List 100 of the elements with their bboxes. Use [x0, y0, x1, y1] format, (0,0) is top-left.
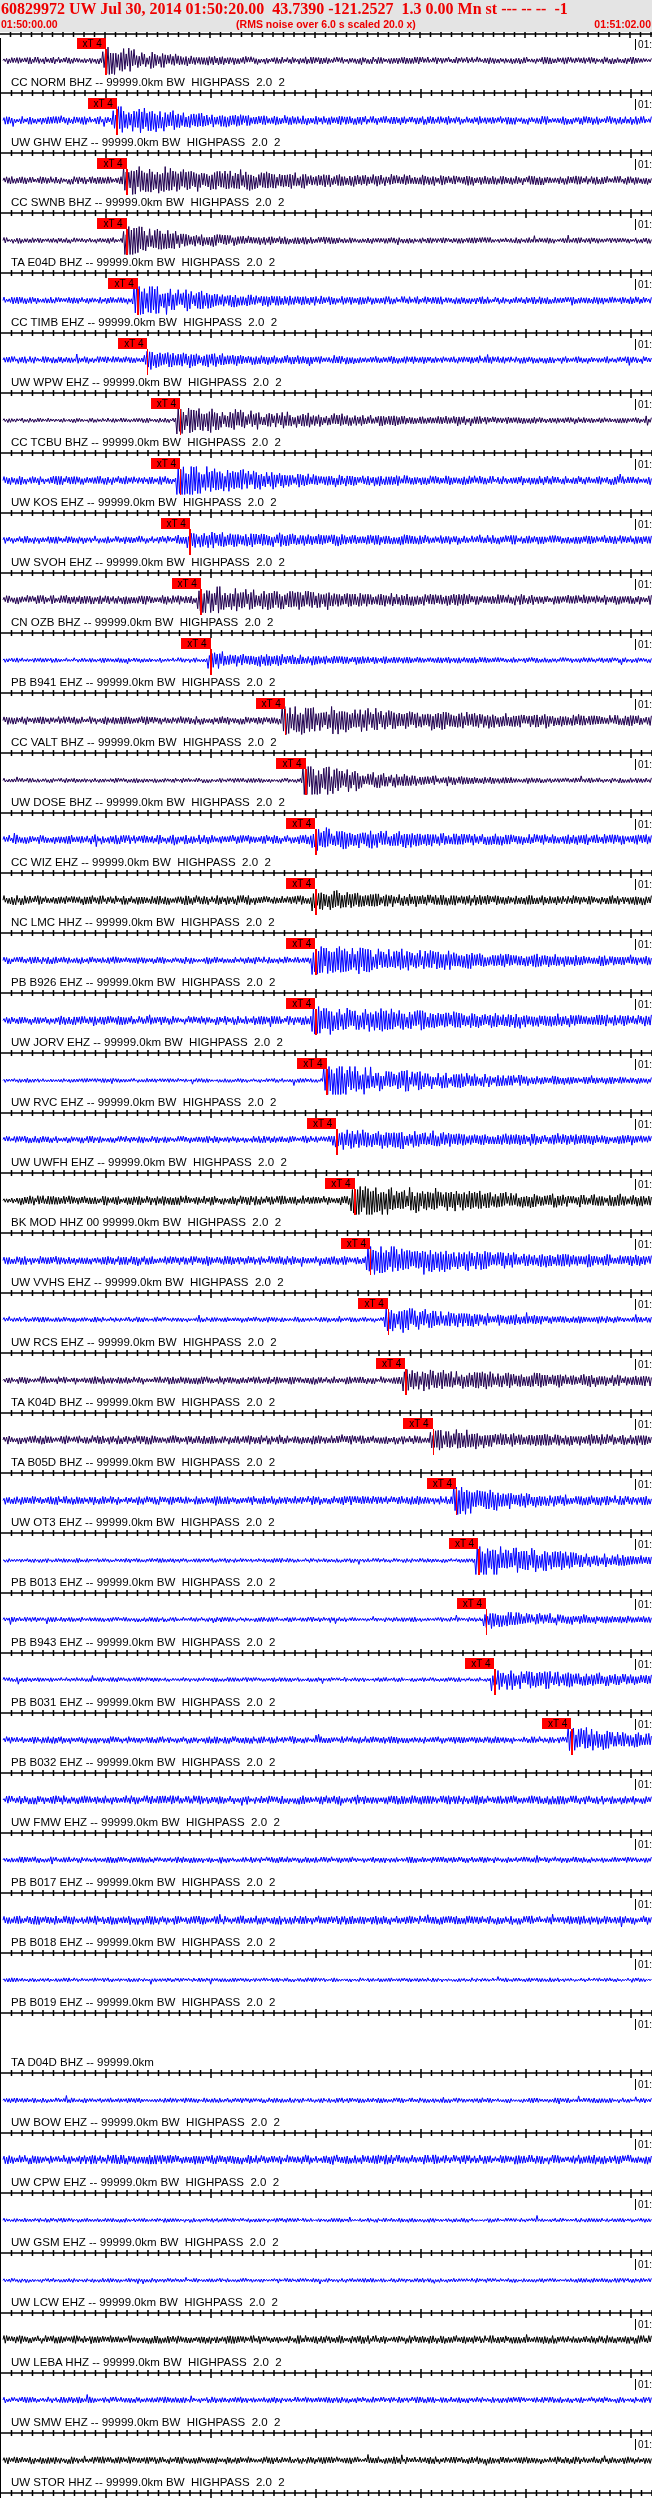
channel-label: UW FMW EHZ -- 99999.0km BW HIGHPASS 2.0 2	[11, 1816, 280, 1829]
time-label: 01:	[635, 1119, 652, 1130]
time-label: 01:	[635, 99, 652, 110]
pick-label: xT 4	[297, 1058, 327, 1069]
channel-label: PB B943 EHZ -- 99999.0km BW HIGHPASS 2.0 2	[11, 1636, 276, 1649]
time-label: 01:	[635, 2199, 652, 2210]
time-label: 01:	[635, 2379, 652, 2390]
noise-note: (RMS noise over 6.0 s scaled 20.0 x)	[236, 18, 416, 31]
pick-label: xT 4	[181, 638, 211, 649]
time-label: 01:	[635, 1839, 652, 1850]
pick-label: xT 4	[118, 338, 148, 349]
channel-label: TA B05D BHZ -- 99999.0km BW HIGHPASS 2.0 2	[11, 1456, 276, 1469]
channel-label: UW RCS EHZ -- 99999.0km BW HIGHPASS 2.0 2	[11, 1336, 277, 1349]
time-label: 01:	[635, 759, 652, 770]
channel-label: UW WPW EHZ -- 99999.0km BW HIGHPASS 2.0 2	[11, 376, 282, 389]
pick-label: xT 4	[456, 1598, 486, 1609]
time-label: 01:	[635, 1179, 652, 1190]
time-label: 01:	[635, 1719, 652, 1730]
time-label: 01:	[635, 1959, 652, 1970]
time-label: 01:	[635, 1299, 652, 1310]
pick-label: xT 4	[448, 1538, 479, 1549]
pick-label: xT 4	[358, 1298, 388, 1309]
time-label: 01:	[635, 1059, 652, 1070]
channel-label: NC LMC HHZ -- 99999.0km BW HIGHPASS 2.0 2	[11, 916, 275, 929]
channel-label: PB B926 EHZ -- 99999.0km BW HIGHPASS 2.0 2	[11, 976, 276, 989]
pick-label: xT 4	[542, 1718, 572, 1729]
pick-label: xT 4	[376, 1358, 406, 1369]
pick-label: xT 4	[255, 698, 285, 709]
channel-label: UW OT3 EHZ -- 99999.0km BW HIGHPASS 2.0 2	[11, 1516, 275, 1529]
channel-label: UW LEBA HHZ -- 99999.0km BW HIGHPASS 2.0 2	[11, 2356, 282, 2369]
channel-label: PB B013 EHZ -- 99999.0km BW HIGHPASS 2.0 2	[11, 1576, 276, 1589]
start-time: 01:50:00.00	[1, 18, 58, 31]
pick-label: xT 4	[150, 458, 181, 469]
pick-label: xT 4	[108, 278, 138, 289]
channel-label: PB B031 EHZ -- 99999.0km BW HIGHPASS 2.0 2	[11, 1696, 276, 1709]
time-label: 01:	[635, 39, 652, 50]
pick-label: xT 4	[150, 398, 181, 409]
channel-label: UW GSM EHZ -- 99999.0km BW HIGHPASS 2.0 2	[11, 2236, 279, 2249]
time-label: 01:	[635, 819, 652, 830]
channel-label: UW RVC EHZ -- 99999.0km BW HIGHPASS 2.0 2	[11, 1096, 277, 1109]
channel-label: PB B019 EHZ -- 99999.0km BW HIGHPASS 2.0 2	[11, 1996, 276, 2009]
time-label: 01:	[635, 639, 652, 650]
channel-label: PB B018 EHZ -- 99999.0km BW HIGHPASS 2.0 2	[11, 1936, 276, 1949]
end-time: 01:51:02.00	[594, 18, 651, 31]
pick-label: xT 4	[340, 1238, 371, 1249]
time-label: 01:	[635, 219, 652, 230]
time-label: 01:	[635, 2019, 652, 2030]
pick-label: xT 4	[307, 1118, 337, 1129]
channel-label: UW SVOH EHZ -- 99999.0km BW HIGHPASS 2.0 2	[11, 556, 285, 569]
pick-label: xT 4	[97, 218, 127, 229]
channel-label: UW VVHS EHZ -- 99999.0km BW HIGHPASS 2.0 2	[11, 1276, 284, 1289]
time-label: 01:	[635, 2319, 652, 2330]
pick-label: xT 4	[97, 158, 127, 169]
time-label: 01:	[635, 2139, 652, 2150]
time-label: 01:	[635, 399, 652, 410]
time-label: 01:	[635, 1899, 652, 1910]
time-label: 01:	[635, 1539, 652, 1550]
pick-label: xT 4	[87, 98, 117, 109]
time-label: 01:	[635, 1359, 652, 1370]
channel-label: CC TIMB EHZ -- 99999.0km BW HIGHPASS 2.0 2	[11, 316, 278, 329]
time-label: 01:	[635, 579, 652, 590]
time-label: 01:	[635, 339, 652, 350]
time-label: 01:	[635, 1239, 652, 1250]
channel-label: UW STOR HHZ -- 99999.0km BW HIGHPASS 2.0 2	[11, 2476, 285, 2489]
time-label: 01:	[635, 2079, 652, 2090]
channel-label: UW SMW EHZ -- 99999.0km BW HIGHPASS 2.0 2	[11, 2416, 281, 2429]
channel-label: PB B017 EHZ -- 99999.0km BW HIGHPASS 2.0 2	[11, 1876, 276, 1889]
pick-label: xT 4	[465, 1658, 495, 1669]
time-label: 01:	[635, 939, 652, 950]
channel-label: UW UWFH EHZ -- 99999.0km BW HIGHPASS 2.0 2	[11, 1156, 287, 1169]
pick-label: xT 4	[286, 878, 316, 889]
time-label: 01:	[635, 1779, 652, 1790]
time-label: 01:	[635, 459, 652, 470]
channel-label: CC TCBU BHZ -- 99999.0km BW HIGHPASS 2.0 2	[11, 436, 281, 449]
time-label: 01:	[635, 2259, 652, 2270]
time-label: 01:	[635, 519, 652, 530]
time-label: 01:	[635, 1599, 652, 1610]
time-label: 01:	[635, 159, 652, 170]
channel-label: UW BOW EHZ -- 99999.0km BW HIGHPASS 2.0 2	[11, 2116, 280, 2129]
pick-label: xT 4	[286, 938, 316, 949]
time-label: 01:	[635, 1479, 652, 1490]
pick-label: xT 4	[160, 518, 190, 529]
time-label: 01:	[635, 2439, 652, 2450]
channel-label: UW GHW EHZ -- 99999.0km BW HIGHPASS 2.0 2	[11, 136, 281, 149]
channel-label: PB B032 EHZ -- 99999.0km BW HIGHPASS 2.0 2	[11, 1756, 276, 1769]
channel-label: TA D04D BHZ -- 99999.0km	[11, 2056, 154, 2069]
channel-label: CC NORM BHZ -- 99999.0km BW HIGHPASS 2.0 2	[11, 76, 285, 89]
channel-label: PB B941 EHZ -- 99999.0km BW HIGHPASS 2.0 2	[11, 676, 276, 689]
channel-label: UW JORV EHZ -- 99999.0km BW HIGHPASS 2.0 2	[11, 1036, 283, 1049]
channel-label: CC VALT BHZ -- 99999.0km BW HIGHPASS 2.0 2	[11, 736, 277, 749]
pick-label: xT 4	[171, 578, 201, 589]
channel-label: TA K04D BHZ -- 99999.0km BW HIGHPASS 2.0 2	[11, 1396, 276, 1409]
time-label: 01:	[635, 1419, 652, 1430]
channel-label: CC SWNB BHZ -- 99999.0km BW HIGHPASS 2.0 2	[11, 196, 285, 209]
pick-label: xT 4	[286, 818, 316, 829]
channel-label: UW CPW EHZ -- 99999.0km BW HIGHPASS 2.0 2	[11, 2176, 280, 2189]
channel-label: UW KOS EHZ -- 99999.0km BW HIGHPASS 2.0 2	[11, 496, 277, 509]
event-title: 60829972 UW Jul 30, 2014 01:50:20.00 43.7390 -121.2527 1.3 0.00 Mn st --- -- -- -1	[0, 0, 569, 18]
channel-label: BK MOD HHZ 00 99999.0km BW HIGHPASS 2.0 2	[11, 1216, 282, 1229]
channel-label: CC WIZ EHZ -- 99999.0km BW HIGHPASS 2.0 2	[11, 856, 271, 869]
